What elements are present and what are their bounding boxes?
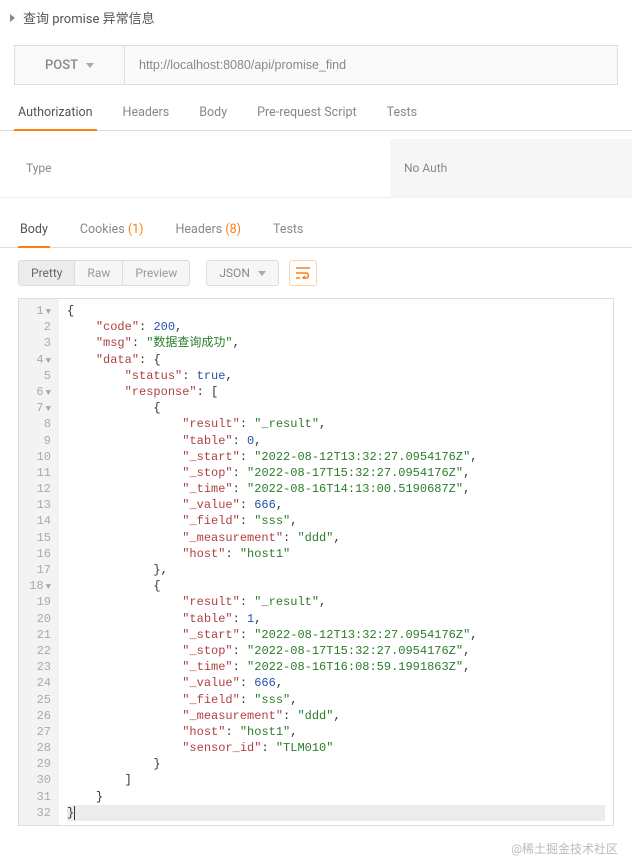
rtab-headers[interactable]: Headers (8) <box>174 212 243 247</box>
method-label: POST <box>45 58 78 73</box>
wrap-icon <box>296 267 310 279</box>
section-title: 查询 promise 异常信息 <box>23 8 155 27</box>
rtab-cookies-label: Cookies <box>80 222 125 237</box>
cookies-count: (1) <box>128 222 144 237</box>
watermark: @稀土掘金技术社区 <box>0 836 632 867</box>
auth-type-label: Type <box>0 139 390 197</box>
rtab-tests[interactable]: Tests <box>271 212 305 247</box>
response-toolbar: Pretty Raw Preview JSON <box>0 248 632 298</box>
chevron-down-icon <box>86 63 94 68</box>
tab-headers[interactable]: Headers <box>119 95 174 130</box>
format-select[interactable]: JSON <box>206 260 279 286</box>
view-mode-group: Pretty Raw Preview <box>18 260 190 286</box>
rtab-cookies[interactable]: Cookies (1) <box>78 212 146 247</box>
rtab-headers-label: Headers <box>176 222 223 237</box>
preview-button[interactable]: Preview <box>123 261 189 285</box>
request-bar: POST <box>14 45 618 85</box>
method-select[interactable]: POST <box>15 46 125 84</box>
wrap-lines-button[interactable] <box>289 260 317 286</box>
response-code: { "code": 200, "msg": "数据查询成功", "data": … <box>59 299 613 825</box>
auth-row: Type No Auth <box>0 139 632 198</box>
response-tabs: Body Cookies (1) Headers (8) Tests <box>0 212 632 248</box>
rtab-body[interactable]: Body <box>18 212 50 248</box>
chevron-down-icon <box>258 271 266 276</box>
tab-body[interactable]: Body <box>195 95 231 130</box>
tab-authorization[interactable]: Authorization <box>14 95 97 131</box>
response-editor[interactable]: 1▼2 3 4▼5 6▼7▼8 9 10 11 12 13 14 15 16 1… <box>18 298 614 826</box>
request-tabs: Authorization Headers Body Pre-request S… <box>0 95 632 131</box>
section-header[interactable]: 查询 promise 异常信息 <box>0 0 632 35</box>
auth-type-select[interactable]: No Auth <box>390 139 632 197</box>
pretty-button[interactable]: Pretty <box>19 261 75 285</box>
tab-tests[interactable]: Tests <box>383 95 421 130</box>
url-input[interactable] <box>125 46 617 84</box>
headers-count: (8) <box>225 222 241 237</box>
format-label: JSON <box>219 266 250 280</box>
line-gutter: 1▼2 3 4▼5 6▼7▼8 9 10 11 12 13 14 15 16 1… <box>19 299 59 825</box>
tab-prerequest[interactable]: Pre-request Script <box>253 95 360 130</box>
caret-icon <box>10 14 15 22</box>
raw-button[interactable]: Raw <box>75 261 123 285</box>
